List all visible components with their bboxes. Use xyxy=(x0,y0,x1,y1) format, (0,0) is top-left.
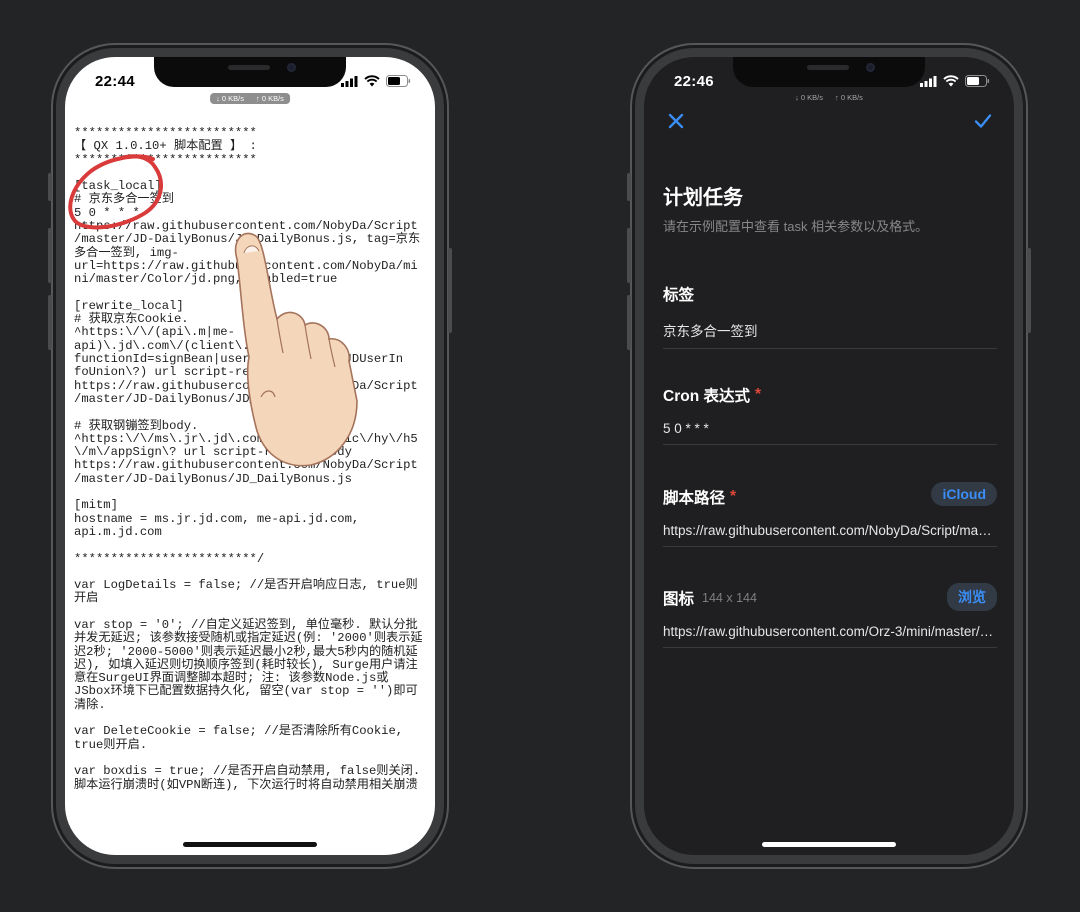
home-indicator xyxy=(183,842,317,847)
code-line: true则开启. xyxy=(74,737,148,752)
wifi-icon xyxy=(943,75,959,87)
code-line: ni/master/Color/jd.png, enabled=true xyxy=(74,272,338,287)
code-line: var LogDetails = false; //是否开启响应日志, true… xyxy=(74,578,418,593)
volume-down-button xyxy=(627,295,631,350)
code-line: api)\.jd\.com\/(client\.action\? xyxy=(74,338,309,353)
left-screen: 22:44 ↓ 0 KB/s ↑ 0 KB/s ****************… xyxy=(65,57,435,855)
signal-icon xyxy=(341,75,358,87)
required-mark: * xyxy=(754,386,762,403)
signal-icon xyxy=(920,75,937,87)
code-line: *************************/ xyxy=(74,551,265,566)
left-phone: 22:44 ↓ 0 KB/s ↑ 0 KB/s ****************… xyxy=(48,43,452,869)
script-path-field: 脚本路径 * iCloud https://raw.githubusercont… xyxy=(663,482,997,547)
icon-url-input[interactable]: https://raw.githubusercontent.com/Orz-3/… xyxy=(663,624,997,648)
notch xyxy=(733,57,925,87)
code-line: 脚本运行崩溃时(如VPN断连), 下次运行时将自动禁用相关崩溃 xyxy=(74,777,418,792)
icon-label: 图标 xyxy=(663,591,695,608)
mute-switch xyxy=(627,173,631,201)
page-subtitle: 请在示例配置中查看 task 相关参数以及格式。 xyxy=(663,219,929,234)
icloud-button[interactable]: iCloud xyxy=(931,482,997,506)
code-line: https://raw.githubusercontent.com/NobyDa… xyxy=(74,458,418,473)
tag-field: 标签 京东多合一签到 xyxy=(663,283,997,349)
code-line: ************************* xyxy=(74,152,257,167)
code-line: url=https://raw.githubusercontent.com/No… xyxy=(74,258,418,273)
code-line: foUnion\?) url script-request-header xyxy=(74,365,338,380)
wifi-icon xyxy=(364,75,380,87)
status-icons xyxy=(920,75,990,87)
code-line: ^https:\/\/ms\.jr\.jd\.com\/gw\/generic\… xyxy=(74,431,418,446)
code-line: [mitm] xyxy=(74,498,118,513)
side-button xyxy=(448,248,452,333)
battery-icon xyxy=(965,75,990,87)
volume-down-button xyxy=(48,295,52,350)
code-line: 多合一签到, img- xyxy=(74,245,179,260)
speed-up: ↑ 0 KB/s xyxy=(256,94,284,103)
code-line: JSbox环境下已配置数据持久化, 留空(var stop = '')即可 xyxy=(74,684,418,699)
code-line: /master/JD-DailyBonus/JD_DailyBonus.js xyxy=(74,471,352,486)
code-line: # 获取京东Cookie. xyxy=(74,312,189,327)
speed-up: ↑ 0 KB/s xyxy=(835,93,863,102)
cron-input[interactable]: 5 0 * * * xyxy=(663,421,997,445)
code-line: api.m.jd.com xyxy=(74,524,162,539)
cron-field: Cron 表达式 * 5 0 * * * xyxy=(663,384,997,445)
right-screen: 22:46 ↓ 0 KB/s ↑ 0 KB/s 计划任务 请在示例配置中查看 t… xyxy=(644,57,1014,855)
tag-label: 标签 xyxy=(663,287,695,304)
close-icon[interactable] xyxy=(668,113,684,129)
status-time: 22:44 xyxy=(95,73,135,90)
network-speed: ↓ 0 KB/s ↑ 0 KB/s xyxy=(795,93,863,102)
script-path-input[interactable]: https://raw.githubusercontent.com/NobyDa… xyxy=(663,523,997,547)
code-line: 清除. xyxy=(74,697,106,712)
right-phone: 22:46 ↓ 0 KB/s ↑ 0 KB/s 计划任务 请在示例配置中查看 t… xyxy=(627,43,1031,869)
page-title: 计划任务 xyxy=(663,187,743,209)
tag-input[interactable]: 京东多合一签到 xyxy=(663,320,997,349)
status-time: 22:46 xyxy=(674,73,714,90)
code-line: 5 0 * * * xyxy=(74,205,140,220)
notch xyxy=(154,57,346,87)
icon-size-hint: 144 x 144 xyxy=(702,591,757,605)
side-button xyxy=(1027,248,1031,333)
script-config-text: ************************* 【 QX 1.0.10+ 脚本… xyxy=(74,126,426,792)
code-line: \/m\/appSign\? url script-request-body xyxy=(74,445,352,460)
browse-button[interactable]: 浏览 xyxy=(947,583,997,611)
code-line: /master/JD-DailyBonus/JD_DailyBonus.js xyxy=(74,391,352,406)
code-line: hostname = ms.jr.jd.com, me-api.jd.com, xyxy=(74,511,360,526)
code-line: var boxdis = true; //是否开启自动禁用, false则关闭. xyxy=(74,764,421,779)
checkmark-icon[interactable] xyxy=(974,113,992,129)
speed-down: ↓ 0 KB/s xyxy=(795,93,823,102)
code-line: 并发无延迟; 该参数接受随机或指定延迟(例: '2000'则表示延 xyxy=(74,631,423,646)
code-line: ^https:\/\/(api\.m|me- xyxy=(74,325,235,340)
network-speed: ↓ 0 KB/s ↑ 0 KB/s xyxy=(210,93,290,104)
code-line: var DeleteCookie = false; //是否清除所有Cookie… xyxy=(74,724,404,739)
speed-down: ↓ 0 KB/s xyxy=(216,94,244,103)
code-line: 开启 xyxy=(74,591,99,606)
code-line: functionId=signBean|user\/info\/QueryJDU… xyxy=(74,352,404,367)
code-line: # 获取钢镚签到body. xyxy=(74,418,199,433)
code-line: 迟2秒; '2000-5000'则表示延迟最小2秒,最大5秒内的随机延 xyxy=(74,644,418,659)
home-indicator xyxy=(762,842,896,847)
cron-label: Cron 表达式 xyxy=(663,388,750,405)
status-icons xyxy=(341,75,411,87)
icon-field: 图标 144 x 144 浏览 https://raw.githubuserco… xyxy=(663,583,997,648)
code-line: 【 QX 1.0.10+ 脚本配置 】 : xyxy=(74,139,257,154)
code-line: https://raw.githubusercontent.com/NobyDa… xyxy=(74,378,418,393)
battery-icon xyxy=(386,75,411,87)
volume-up-button xyxy=(48,228,52,283)
volume-up-button xyxy=(627,228,631,283)
required-mark: * xyxy=(730,488,737,505)
mute-switch xyxy=(48,173,52,201)
code-line: /master/JD-DailyBonus/JD_DailyBonus.js, … xyxy=(74,232,421,247)
code-line: # 京东多合一签到 xyxy=(74,192,174,207)
script-path-label: 脚本路径 xyxy=(663,490,726,507)
